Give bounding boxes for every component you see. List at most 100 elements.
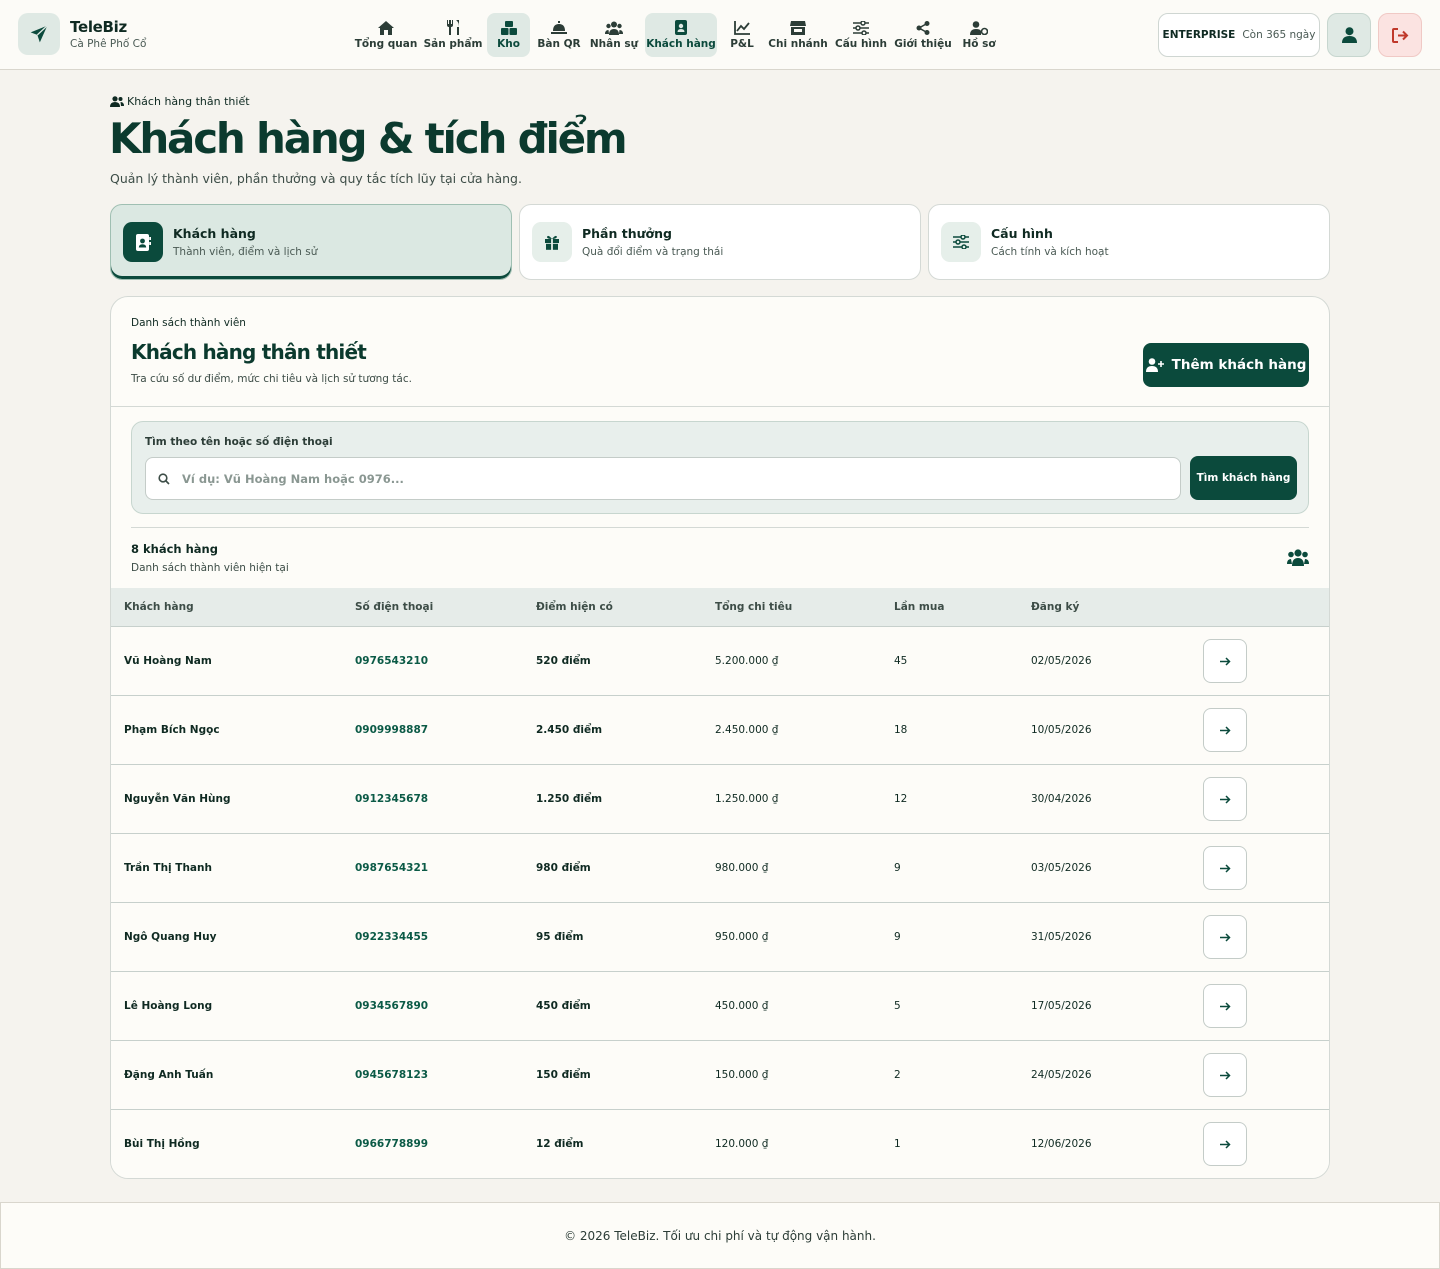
arrow-right-icon [1219, 1070, 1231, 1080]
nav-item-staff[interactable]: Nhân sự [589, 13, 639, 57]
search-input[interactable] [182, 471, 1162, 486]
customer-phone[interactable]: 0966778899 [355, 1138, 428, 1150]
profile-button[interactable] [1327, 13, 1371, 57]
table-row[interactable]: Phạm Bích Ngọc 0909998887 2.450 điểm 2.450.… [111, 696, 1329, 765]
nav-label: Bàn QR [537, 37, 581, 50]
customer-count-subtitle: Danh sách thành viên hiện tại [131, 562, 289, 574]
divider [111, 406, 1329, 407]
section-tabs: Khách hàng Thành viên, điểm và lịch sử P… [110, 204, 1330, 280]
nav-item-products[interactable]: Sản phẩm [424, 13, 482, 57]
nav-item-customers[interactable]: Khách hàng [645, 13, 717, 57]
customer-joined-date: 10/05/2026 [1031, 724, 1092, 736]
logout-button[interactable] [1378, 13, 1422, 57]
view-customer-button[interactable] [1203, 1053, 1247, 1097]
customer-joined-date: 03/05/2026 [1031, 862, 1092, 874]
customer-points: 2.450 điểm [536, 724, 603, 736]
customer-total-spent: 450.000 ₫ [715, 1000, 769, 1012]
view-customer-button[interactable] [1203, 777, 1247, 821]
divider [131, 527, 1309, 528]
table-row[interactable]: Ngô Quang Huy 0922334455 95 điểm 950.000 ₫ 9… [111, 903, 1329, 972]
nav-item-profile[interactable]: Hồ sơ [960, 13, 998, 57]
customer-name: Nguyễn Văn Hùng [124, 793, 231, 805]
column-header-total-spent[interactable]: Tổng chi tiêu [715, 601, 792, 613]
arrow-right-icon [1219, 932, 1231, 942]
tab-rewards[interactable]: Phần thưởng Quà đổi điểm và trạng thái [519, 204, 921, 280]
card-title: Khách hàng thân thiết [131, 340, 367, 364]
customer-joined-date: 30/04/2026 [1031, 793, 1092, 805]
view-customer-button[interactable] [1203, 639, 1247, 683]
customer-phone[interactable]: 0987654321 [355, 862, 428, 874]
plan-badge[interactable]: ENTERPRISE Còn 365 ngày [1158, 13, 1320, 57]
users-icon [605, 21, 623, 35]
nav-item-branches[interactable]: Chi nhánh [768, 13, 828, 57]
customer-phone[interactable]: 0976543210 [355, 655, 428, 667]
gift-icon [532, 222, 572, 262]
view-customer-button[interactable] [1203, 1122, 1247, 1166]
customer-points: 12 điểm [536, 1138, 584, 1150]
arrow-right-icon [1219, 794, 1231, 804]
view-customer-button[interactable] [1203, 984, 1247, 1028]
customer-points: 1.250 điểm [536, 793, 603, 805]
customer-purchase-count: 1 [894, 1138, 901, 1150]
share-icon [916, 20, 930, 35]
tab-title: Phần thưởng [582, 226, 672, 241]
customer-phone[interactable]: 0909998887 [355, 724, 428, 736]
customer-purchase-count: 45 [894, 655, 908, 667]
sliders-icon [853, 20, 869, 35]
tab-customers[interactable]: Khách hàng Thành viên, điểm và lịch sử [110, 204, 512, 280]
customer-total-spent: 2.450.000 ₫ [715, 724, 779, 736]
customer-total-spent: 950.000 ₫ [715, 931, 769, 943]
nav-label: Sản phẩm [423, 38, 483, 50]
customer-count: 8 khách hàng [131, 542, 218, 556]
column-header-joined[interactable]: Đăng ký [1031, 601, 1079, 613]
nav-item-referral[interactable]: Giới thiệu [894, 13, 952, 57]
users-icon [110, 96, 124, 107]
column-header-customer[interactable]: Khách hàng [124, 601, 194, 613]
customer-phone[interactable]: 0922334455 [355, 931, 428, 943]
store-icon [790, 20, 806, 35]
customers-card: Danh sách thành viên Khách hàng thân thi… [110, 296, 1330, 1179]
arrow-right-icon [1219, 1001, 1231, 1011]
table-row[interactable]: Đặng Anh Tuấn 0945678123 150 điểm 150.000 ₫… [111, 1041, 1329, 1110]
tab-description: Cách tính và kích hoạt [991, 246, 1109, 258]
customer-purchase-count: 12 [894, 793, 908, 805]
top-bar: TeleBiz Cà Phê Phố Cổ Tổng quan Sản phẩm… [0, 0, 1440, 70]
customer-total-spent: 120.000 ₫ [715, 1138, 769, 1150]
customer-points: 520 điểm [536, 655, 591, 667]
search-customer-button[interactable]: Tìm khách hàng [1190, 456, 1297, 500]
add-customer-button[interactable]: Thêm khách hàng [1143, 343, 1309, 387]
table-row[interactable]: Bùi Thị Hồng 0966778899 12 điểm 120.000 ₫ 1 1… [111, 1110, 1329, 1178]
table-row[interactable]: Lê Hoàng Long 0934567890 450 điểm 450.000 ₫… [111, 972, 1329, 1041]
tab-configuration[interactable]: Cấu hình Cách tính và kích hoạt [928, 204, 1330, 280]
tab-description: Thành viên, điểm và lịch sử [173, 246, 318, 258]
table-body: Vũ Hoàng Nam 0976543210 520 điểm 5.200.000 … [111, 627, 1329, 1178]
footer: © 2026 TeleBiz. Tối ưu chi phí và tự độn… [0, 1202, 1440, 1269]
customer-points: 95 điểm [536, 931, 584, 943]
nav-item-qr-tables[interactable]: Bàn QR [536, 13, 582, 57]
customer-phone[interactable]: 0945678123 [355, 1069, 428, 1081]
nav-item-overview[interactable]: Tổng quan [355, 13, 417, 57]
column-header-points[interactable]: Điểm hiện có [536, 601, 613, 613]
arrow-right-icon [1219, 863, 1231, 873]
table-row[interactable]: Nguyễn Văn Hùng 0912345678 1.250 điểm 1.250… [111, 765, 1329, 834]
nav-item-settings[interactable]: Cấu hình [835, 13, 887, 57]
user-gear-icon [970, 20, 988, 35]
column-header-phone[interactable]: Số điện thoại [355, 601, 433, 613]
search-field[interactable] [145, 457, 1181, 500]
table-header: Khách hàng Số điện thoại Điểm hiện có Tổ… [111, 588, 1329, 627]
address-book-icon [123, 222, 163, 262]
table-row[interactable]: Trần Thị Thanh 0987654321 980 điểm 980.000 … [111, 834, 1329, 903]
column-header-purchases[interactable]: Lần mua [894, 601, 944, 613]
view-customer-button[interactable] [1203, 708, 1247, 752]
customers-table: Khách hàng Số điện thoại Điểm hiện có Tổ… [111, 588, 1329, 1178]
customer-name: Bùi Thị Hồng [124, 1138, 200, 1150]
view-customer-button[interactable] [1203, 915, 1247, 959]
table-row[interactable]: Vũ Hoàng Nam 0976543210 520 điểm 5.200.000 … [111, 627, 1329, 696]
nav-label: Kho [497, 37, 520, 50]
customer-phone[interactable]: 0934567890 [355, 1000, 428, 1012]
customer-phone[interactable]: 0912345678 [355, 793, 428, 805]
nav-item-inventory[interactable]: Kho [487, 13, 530, 57]
customer-points: 450 điểm [536, 1000, 591, 1012]
nav-item-pnl[interactable]: P&L [726, 13, 758, 57]
view-customer-button[interactable] [1203, 846, 1247, 890]
